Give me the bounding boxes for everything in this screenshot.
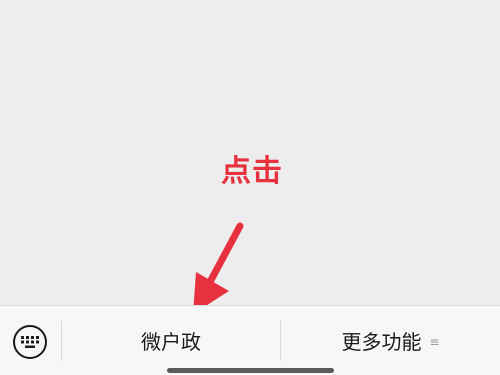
menu-item-weihuzheng[interactable]: 微户政: [62, 324, 280, 360]
bottom-menu-bar: 微户政 更多功能 ≡: [0, 305, 500, 375]
keyboard-toggle-button[interactable]: [13, 325, 47, 359]
menu-item-more-functions[interactable]: 更多功能 ≡: [281, 324, 500, 360]
menu-item-label: 更多功能: [341, 330, 422, 354]
menu-item-label: 微户政: [141, 330, 201, 354]
wechat-official-account-screen: 点击 微户政 更多功能 ≡: [0, 0, 500, 375]
home-indicator[interactable]: [167, 368, 334, 373]
keyboard-icon: [21, 336, 39, 348]
submenu-indicator-icon: ≡: [429, 335, 440, 349]
